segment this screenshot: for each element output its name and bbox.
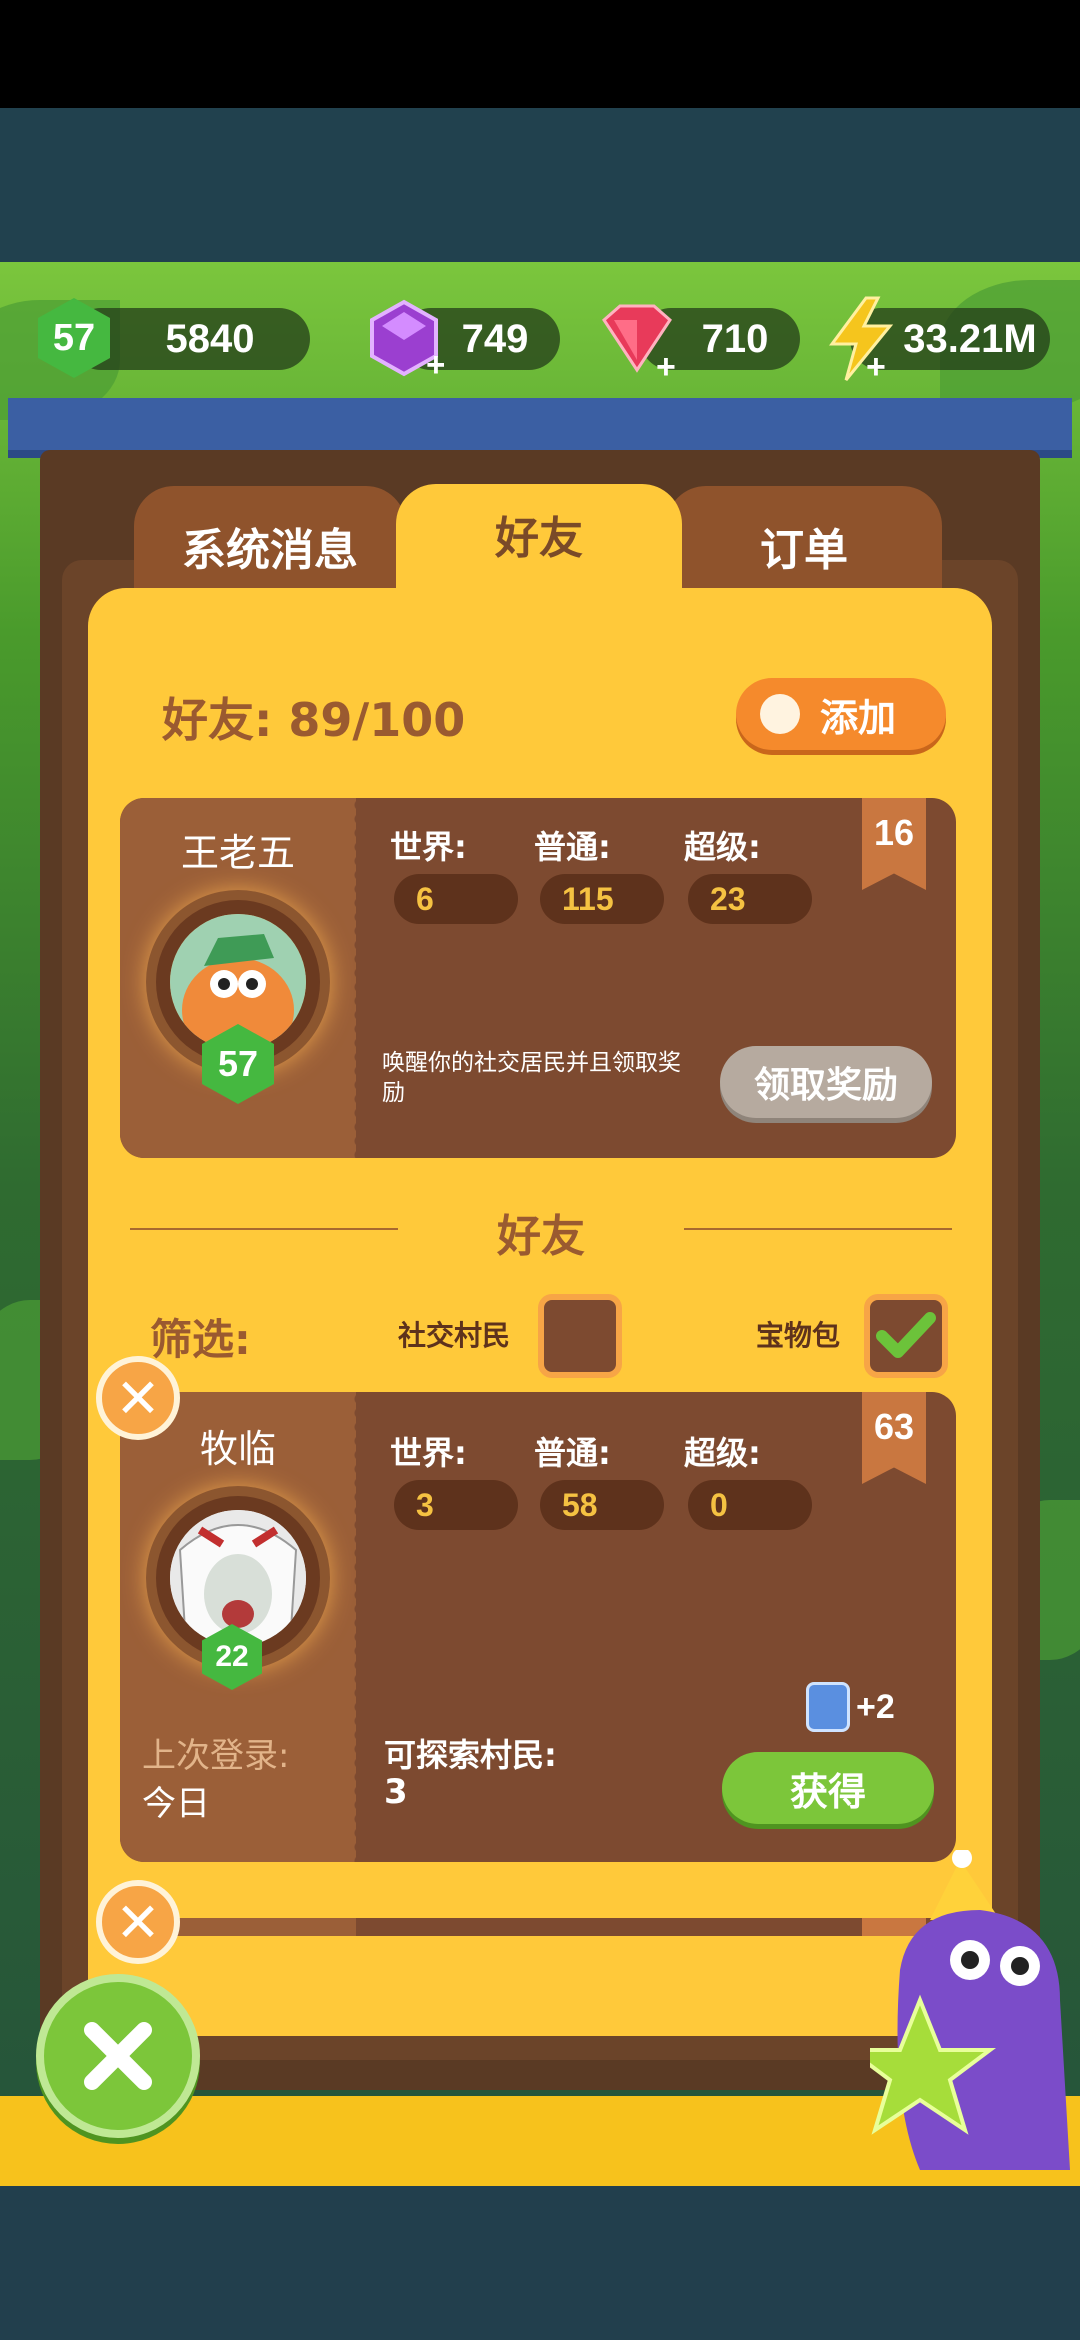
purple-gem-icon[interactable]: + [364, 298, 446, 384]
friend-name: 王老五 [180, 831, 295, 875]
close-icon: ✕ [115, 1366, 161, 1430]
super-value: 0 [688, 1480, 812, 1530]
divider-right [684, 1228, 952, 1230]
friends-count: 好友: 89/100 [162, 693, 466, 747]
wake-message: 唤醒你的社交居民并且领取奖励 [382, 1050, 681, 1106]
close-icon: ✕ [115, 1890, 161, 1954]
treasure-bag-icon [806, 1682, 850, 1732]
close-icon [84, 2022, 152, 2090]
world-label: 世界: [390, 828, 467, 866]
super-label: 超级: [684, 828, 761, 866]
svg-text:+: + [866, 348, 886, 382]
add-friend-icon [760, 694, 800, 734]
add-friend-button[interactable]: 添加 [736, 678, 946, 750]
friends-panel: 好友: 89/100 添加 王老五 57 世界: 普通: 超级: 6 115 2… [88, 588, 992, 2036]
panel-bottom-fade [88, 1936, 992, 2036]
world-value: 6 [394, 874, 518, 924]
last-login-label: 上次登录: [142, 1736, 290, 1776]
board-rail [8, 398, 1072, 458]
normal-value: 115 [540, 874, 664, 924]
friend-card: 牧临 22 上次登录: 今日 世界: 普通: 超级: 3 58 0 63 可探索… [120, 1392, 956, 1862]
treasure-checkbox[interactable] [864, 1294, 948, 1378]
rank-ribbon: 16 [862, 798, 926, 890]
bonus-count: +2 [856, 1688, 895, 1726]
divider-left [130, 1228, 398, 1230]
normal-label: 普通: [534, 1434, 611, 1472]
world-label: 世界: [390, 1434, 467, 1472]
super-value: 23 [688, 874, 812, 924]
explorable-value: 3 [384, 1772, 408, 1812]
status-bar [0, 0, 1080, 108]
treasure-label: 宝物包 [756, 1319, 841, 1352]
featured-friend-card: 王老五 57 世界: 普通: 超级: 6 115 23 16 唤醒你的社交居民并… [120, 798, 956, 1158]
remove-friend-button[interactable]: ✕ [96, 1356, 180, 1440]
lightning-icon[interactable]: + [820, 296, 900, 386]
normal-label: 普通: [534, 828, 611, 866]
get-button[interactable]: 获得 [722, 1752, 934, 1824]
close-button[interactable] [36, 1974, 200, 2138]
last-login-value: 今日 [142, 1784, 210, 1824]
remove-friend-button[interactable]: ✕ [96, 1880, 180, 1964]
avatar-image [170, 1510, 306, 1646]
purple-monster-mascot [844, 1848, 1080, 2180]
section-title: 好友 [497, 1211, 585, 1262]
claim-reward-button[interactable]: 领取奖励 [720, 1046, 932, 1118]
svg-text:+: + [656, 348, 676, 378]
world-value: 3 [394, 1480, 518, 1530]
filter-label: 筛选: [150, 1315, 251, 1364]
explorable-label: 可探索村民: [384, 1736, 557, 1774]
normal-value: 58 [540, 1480, 664, 1530]
rank-ribbon: 63 [862, 1392, 926, 1484]
social-villager-label: 社交村民 [398, 1319, 511, 1352]
checkmark-icon [876, 1312, 936, 1358]
svg-text:+: + [426, 346, 444, 378]
super-label: 超级: [684, 1434, 761, 1472]
red-gem-icon[interactable]: + [594, 300, 680, 386]
bottom-background [0, 2186, 1080, 2340]
social-villager-checkbox[interactable] [538, 1294, 622, 1378]
